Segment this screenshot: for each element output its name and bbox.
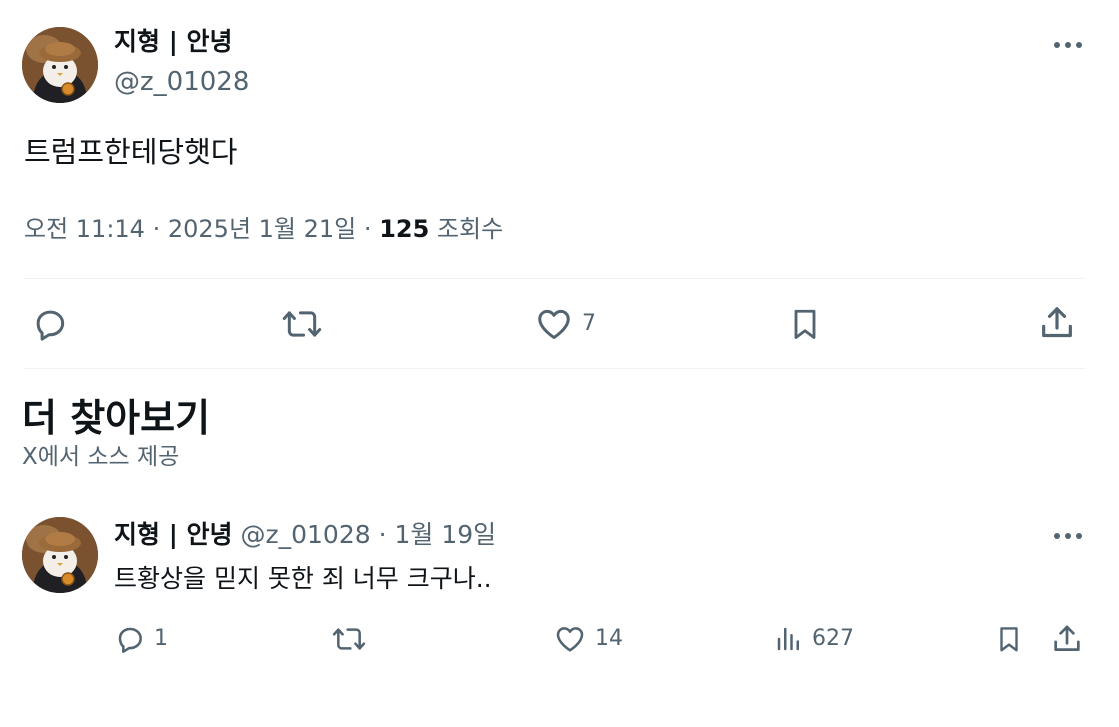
display-name[interactable]: 지형 | 안녕: [114, 520, 233, 549]
like-button[interactable]: 14: [553, 623, 623, 655]
divider: [24, 278, 1085, 279]
share-button[interactable]: [1037, 303, 1077, 343]
reply-button[interactable]: 1: [114, 623, 168, 655]
like-count: 7: [582, 311, 596, 336]
meta-separator: ·: [152, 215, 161, 243]
meta-separator: ·: [363, 215, 372, 243]
bookmark-button[interactable]: [787, 305, 823, 343]
like-button[interactable]: 7: [534, 305, 596, 343]
more-horizontal-icon: [1053, 41, 1083, 49]
share-icon: [1050, 622, 1084, 656]
retweet-icon: [281, 305, 323, 343]
reply-icon: [31, 305, 69, 343]
tweet-meta: 오전 11:14 · 2025년 1월 21일 · 125 조회수: [24, 212, 503, 246]
tweet-header: 지형 | 안녕 @z_01028 · 1월 19일: [114, 518, 496, 552]
user-handle[interactable]: @z_01028: [241, 520, 371, 549]
views-count: 125: [379, 215, 430, 243]
divider: [24, 368, 1085, 369]
tweet-date[interactable]: 2025년 1월 21일: [168, 215, 356, 243]
section-subtitle: X에서 소스 제공: [22, 444, 180, 470]
heart-icon: [534, 305, 574, 343]
avatar-image: [22, 27, 98, 103]
bookmark-icon: [787, 305, 823, 343]
bookmark-icon: [994, 623, 1024, 655]
reply-icon: [114, 623, 146, 655]
avatar[interactable]: [22, 27, 98, 103]
avatar[interactable]: [22, 517, 98, 593]
analytics-icon: [774, 623, 804, 655]
share-icon: [1037, 303, 1077, 343]
tweet-text: 트럼프한테당햇다: [24, 135, 238, 169]
share-button[interactable]: [1050, 622, 1084, 656]
like-count: 14: [595, 626, 623, 651]
user-handle[interactable]: @z_01028: [114, 66, 249, 98]
views-button[interactable]: 627: [774, 623, 854, 655]
section-title: 더 찾아보기: [22, 396, 211, 440]
tweet-time[interactable]: 오전 11:14: [24, 215, 145, 243]
retweet-button[interactable]: [331, 623, 367, 655]
more-options-button[interactable]: [1051, 526, 1085, 546]
reply-count: 1: [154, 626, 168, 651]
more-options-button[interactable]: [1051, 35, 1085, 55]
tweet-date[interactable]: 1월 19일: [395, 520, 497, 549]
meta-separator: ·: [378, 520, 387, 549]
retweet-button[interactable]: [281, 305, 323, 343]
views-label: 조회수: [436, 215, 504, 243]
tweet-text: 트황상을 믿지 못한 죄 너무 크구나..: [114, 564, 492, 593]
bookmark-button[interactable]: [994, 623, 1024, 655]
avatar-image: [22, 517, 98, 593]
retweet-icon: [331, 623, 367, 655]
reply-button[interactable]: [31, 305, 69, 343]
views-count: 627: [812, 626, 854, 651]
more-horizontal-icon: [1053, 532, 1083, 540]
heart-icon: [553, 623, 587, 655]
display-name[interactable]: 지형 | 안녕: [114, 26, 233, 58]
